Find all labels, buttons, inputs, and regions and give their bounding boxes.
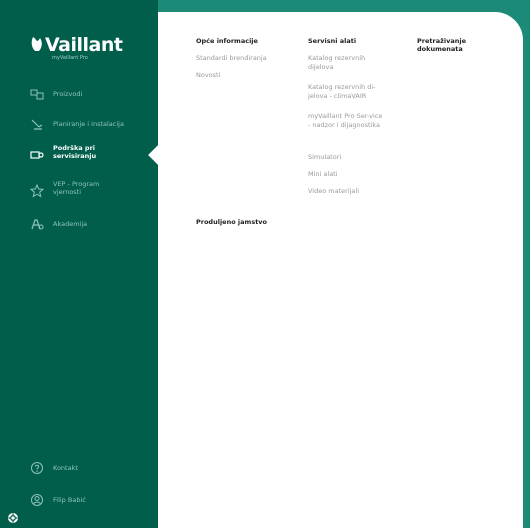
menu-link-news[interactable]: Novosti	[196, 71, 220, 80]
hare-logo-icon	[31, 37, 42, 51]
menu-link-video-materials[interactable]: Video materijali	[308, 187, 359, 196]
main-content: Opće informacije Standardi brendiranja N…	[158, 12, 523, 528]
user-icon	[31, 494, 43, 506]
menu-link-myvaillant-pro-service[interactable]: myVaillant Pro Ser-vice - nadzor i dijag…	[308, 112, 386, 129]
menu-link-spare-parts-catalog[interactable]: Katalog rezervnih dijelova	[308, 54, 383, 71]
brand-name: Vaillant	[45, 34, 123, 56]
sidebar-item-loyalty-program[interactable]: VEP - Program vjernosti	[30, 180, 119, 198]
service-icon	[30, 151, 44, 159]
frame-right	[523, 0, 530, 528]
sidebar-item-label: Filip Babić	[53, 496, 86, 504]
sidebar-item-label: Podrška pri servisiranju	[53, 144, 97, 160]
sidebar-item-products[interactable]: Proizvodi	[30, 87, 82, 103]
menu-heading-extended-warranty[interactable]: Produljeno jamstvo	[196, 218, 267, 226]
settings-gear-icon[interactable]	[7, 512, 19, 524]
tools-icon	[31, 119, 43, 130]
sidebar-item-contact[interactable]: Kontakt	[30, 461, 78, 477]
menu-link-brand-standards[interactable]: Standardi brendiranja	[196, 54, 267, 63]
menu-heading-service-tools[interactable]: Servisni alati	[308, 37, 356, 45]
sidebar-item-user-profile[interactable]: Filip Babić	[30, 493, 86, 509]
sidebar: Vaillant myVaillant Pro Proizvodi Planir…	[0, 0, 158, 528]
brand-subtitle: myVaillant Pro	[52, 55, 88, 61]
help-icon	[31, 462, 43, 474]
menu-link-spare-parts-climavair[interactable]: Katalog rezervnih di-jelova - climaVAIR	[308, 83, 386, 100]
sidebar-item-label: Proizvodi	[53, 90, 83, 98]
menu-heading-general-info[interactable]: Opće informacije	[196, 37, 258, 45]
sidebar-item-service-support[interactable]: Podrška pri servisiranju	[30, 144, 113, 160]
sidebar-item-label: Akademija	[53, 220, 88, 228]
product-icon	[30, 89, 44, 100]
sidebar-item-label: Planiranje i instalacija	[53, 120, 124, 128]
star-icon	[30, 184, 44, 198]
academy-icon	[31, 219, 44, 230]
sidebar-item-label: VEP - Program vjernosti	[53, 180, 100, 196]
menu-link-simulators[interactable]: Simulatori	[308, 153, 341, 162]
sidebar-item-label: Kontakt	[53, 464, 78, 472]
menu-heading-document-search[interactable]: Pretraživanje dokumenata	[417, 37, 497, 53]
menu-link-mini-tools[interactable]: Mini alati	[308, 170, 338, 179]
sidebar-item-academy[interactable]: Akademija	[30, 217, 87, 233]
sidebar-item-planning[interactable]: Planiranje i instalacija	[30, 117, 124, 133]
